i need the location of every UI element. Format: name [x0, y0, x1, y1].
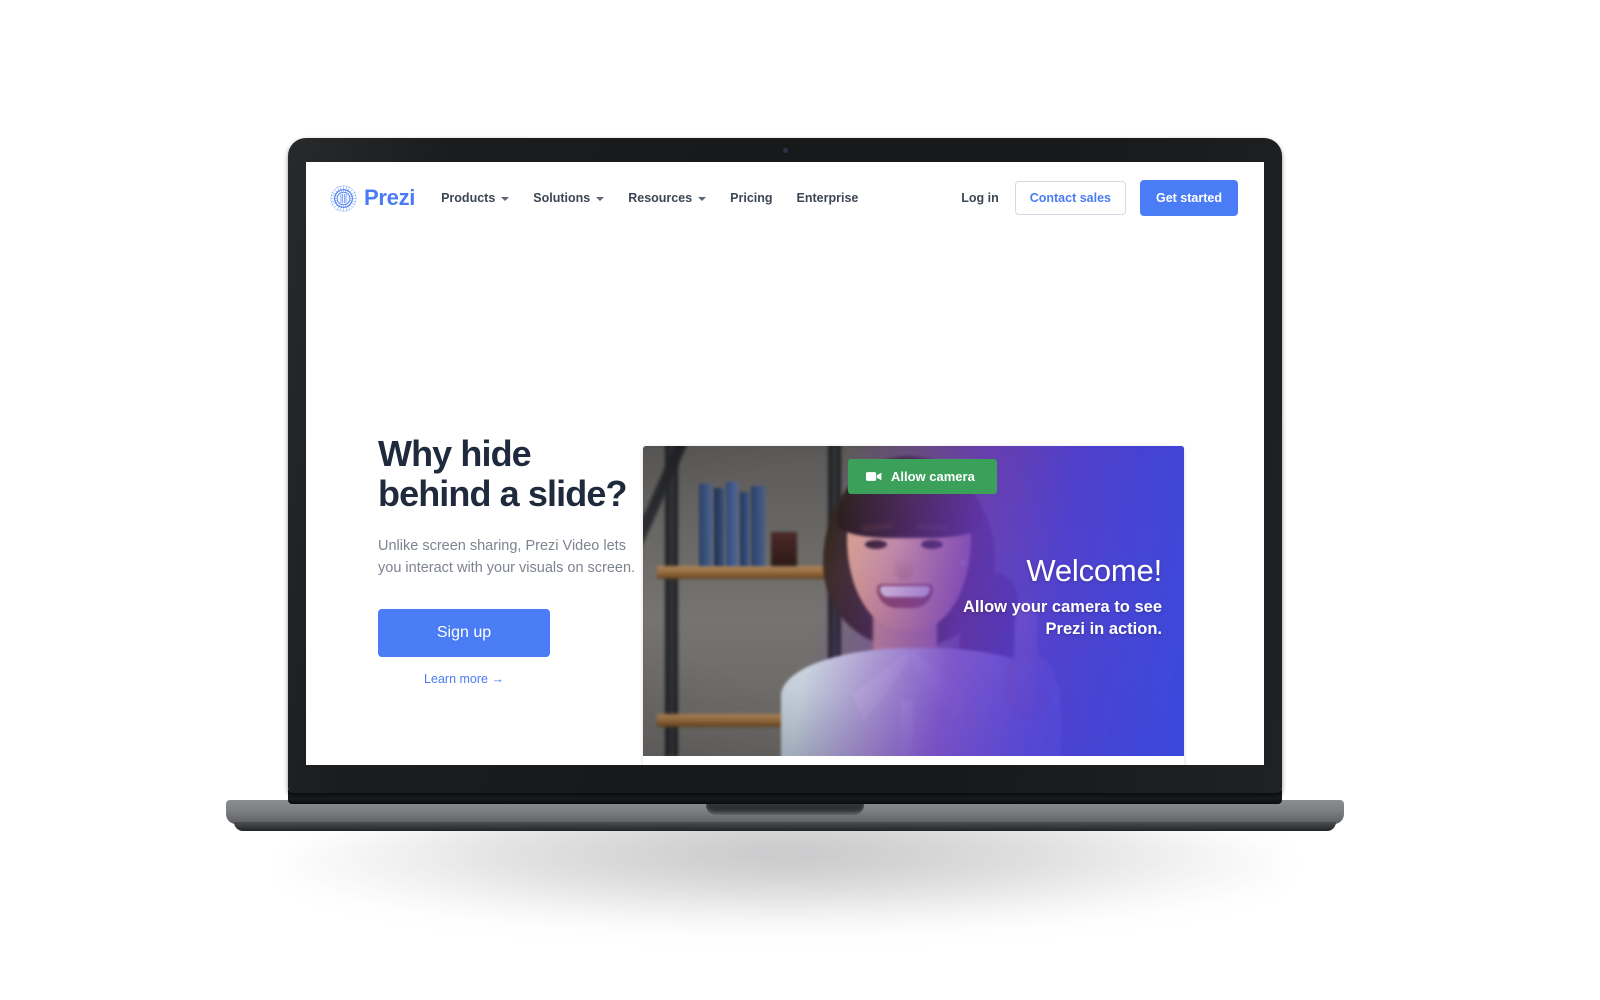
- chevron-down-icon: [698, 197, 707, 201]
- primary-nav: Products Solutions Resources Pricing Ent…: [441, 191, 858, 205]
- books: [699, 482, 769, 566]
- laptop-base-front-edge: [234, 822, 1336, 831]
- chevron-down-icon: [596, 197, 605, 201]
- video-toolbar: [643, 756, 1184, 765]
- allow-camera-label: Allow camera: [891, 469, 975, 484]
- book: [740, 492, 749, 566]
- bookshelf-upright: [665, 446, 678, 756]
- nav-item-products[interactable]: Products: [441, 191, 510, 205]
- palm: [1003, 656, 1055, 722]
- eye: [921, 540, 943, 549]
- laptop-screen: Prezi Products Solutions Resources Prici…: [306, 162, 1264, 765]
- hero-subtitle: Unlike screen sharing, Prezi Video lets …: [378, 538, 636, 577]
- login-link[interactable]: Log in: [961, 191, 999, 205]
- slide-subtitle: Allow your camera to see Prezi in action…: [963, 598, 1162, 638]
- allow-camera-button[interactable]: Allow camera: [848, 459, 997, 494]
- teeth: [880, 586, 930, 597]
- contact-sales-button[interactable]: Contact sales: [1014, 181, 1126, 215]
- brand-logo[interactable]: Prezi: [330, 185, 415, 212]
- get-started-button[interactable]: Get started: [1140, 180, 1238, 216]
- learn-more-link[interactable]: Learn more →: [378, 672, 550, 686]
- nav-label: Products: [441, 191, 496, 205]
- laptop-mockup: Prezi Products Solutions Resources Prici…: [226, 138, 1344, 926]
- sign-up-button[interactable]: Sign up: [378, 609, 550, 658]
- screenshot-stage: Prezi Products Solutions Resources Prici…: [0, 0, 1600, 1000]
- chevron-down-icon: [501, 197, 510, 201]
- nav-item-pricing[interactable]: Pricing: [730, 191, 772, 205]
- secondary-nav: Log in Contact sales Get started: [961, 180, 1238, 216]
- mouth: [877, 584, 933, 608]
- shirt-placket: [901, 700, 913, 756]
- video-preview-card: Welcome! Allow your camera to see Prezi …: [643, 446, 1184, 765]
- book: [726, 482, 738, 566]
- laptop-lid: Prezi Products Solutions Resources Prici…: [288, 138, 1282, 793]
- video-camera-icon: [866, 472, 882, 481]
- nose: [895, 556, 913, 580]
- webcam-icon: [782, 148, 788, 153]
- nav-item-enterprise[interactable]: Enterprise: [797, 191, 859, 205]
- slide-text-block: Welcome! Allow your camera to see Prezi …: [963, 554, 1162, 640]
- nav-label: Solutions: [533, 191, 591, 205]
- book: [714, 488, 724, 566]
- webpage: Prezi Products Solutions Resources Prici…: [306, 162, 1264, 765]
- video-frame: Welcome! Allow your camera to see Prezi …: [643, 446, 1184, 756]
- nav-label: Resources: [628, 191, 693, 205]
- book: [699, 484, 712, 566]
- page-title: Why hide behind a slide?: [378, 433, 627, 514]
- site-navbar: Prezi Products Solutions Resources Prici…: [306, 162, 1264, 234]
- eye: [865, 540, 887, 549]
- hero-copy: Why hide behind a slide? Unlike screen s…: [378, 434, 653, 686]
- prezi-sunburst-icon: [330, 185, 357, 211]
- nav-item-resources[interactable]: Resources: [628, 191, 707, 205]
- nav-item-solutions[interactable]: Solutions: [533, 191, 605, 205]
- hero-section: Why hide behind a slide? Unlike screen s…: [306, 234, 1264, 765]
- brand-name: Prezi: [364, 185, 416, 210]
- slide-title: Welcome!: [1026, 553, 1162, 588]
